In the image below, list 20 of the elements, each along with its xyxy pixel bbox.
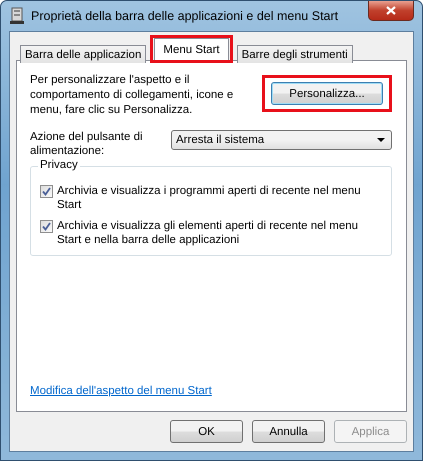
checkbox[interactable] (40, 185, 53, 198)
customize-button[interactable]: Personalizza... (271, 82, 383, 105)
close-button[interactable] (368, 1, 414, 21)
power-action-label: Azione del pulsante di alimentazione: (30, 130, 144, 158)
tab[interactable]: Barre degli strumenti (236, 45, 353, 63)
group-title: Privacy (38, 159, 80, 171)
checkbox[interactable] (40, 220, 53, 233)
checkbox-label: Archivia e visualizza i programmi aperti di recente nel menu Start (57, 184, 362, 212)
checkbox-label: Archivia e visualizza gli elementi aperti di recente nel menu Start e nella barra delle applicazioni (57, 219, 360, 247)
window-title: Proprietà della barra delle applicazioni e del menu Start (31, 9, 338, 23)
intro-text: Per personalizzare l'aspetto e il comportamento di collegamenti, icone e menu, fare clic su Personalizza. (30, 73, 234, 118)
tab[interactable]: Barra delle applicazion (20, 45, 146, 63)
power-action-dropdown[interactable]: Arresta il sistema (171, 130, 392, 150)
close-icon (386, 6, 396, 15)
caret-icon (377, 138, 385, 142)
dialog-button[interactable]: OK (170, 420, 243, 443)
start-menu-link[interactable]: Modifica dell'aspetto del menu Start (30, 385, 212, 397)
dialog-button[interactable]: Annulla (252, 420, 325, 443)
taskbar-properties-icon (9, 7, 25, 25)
tab[interactable]: Menu Start (154, 38, 229, 60)
